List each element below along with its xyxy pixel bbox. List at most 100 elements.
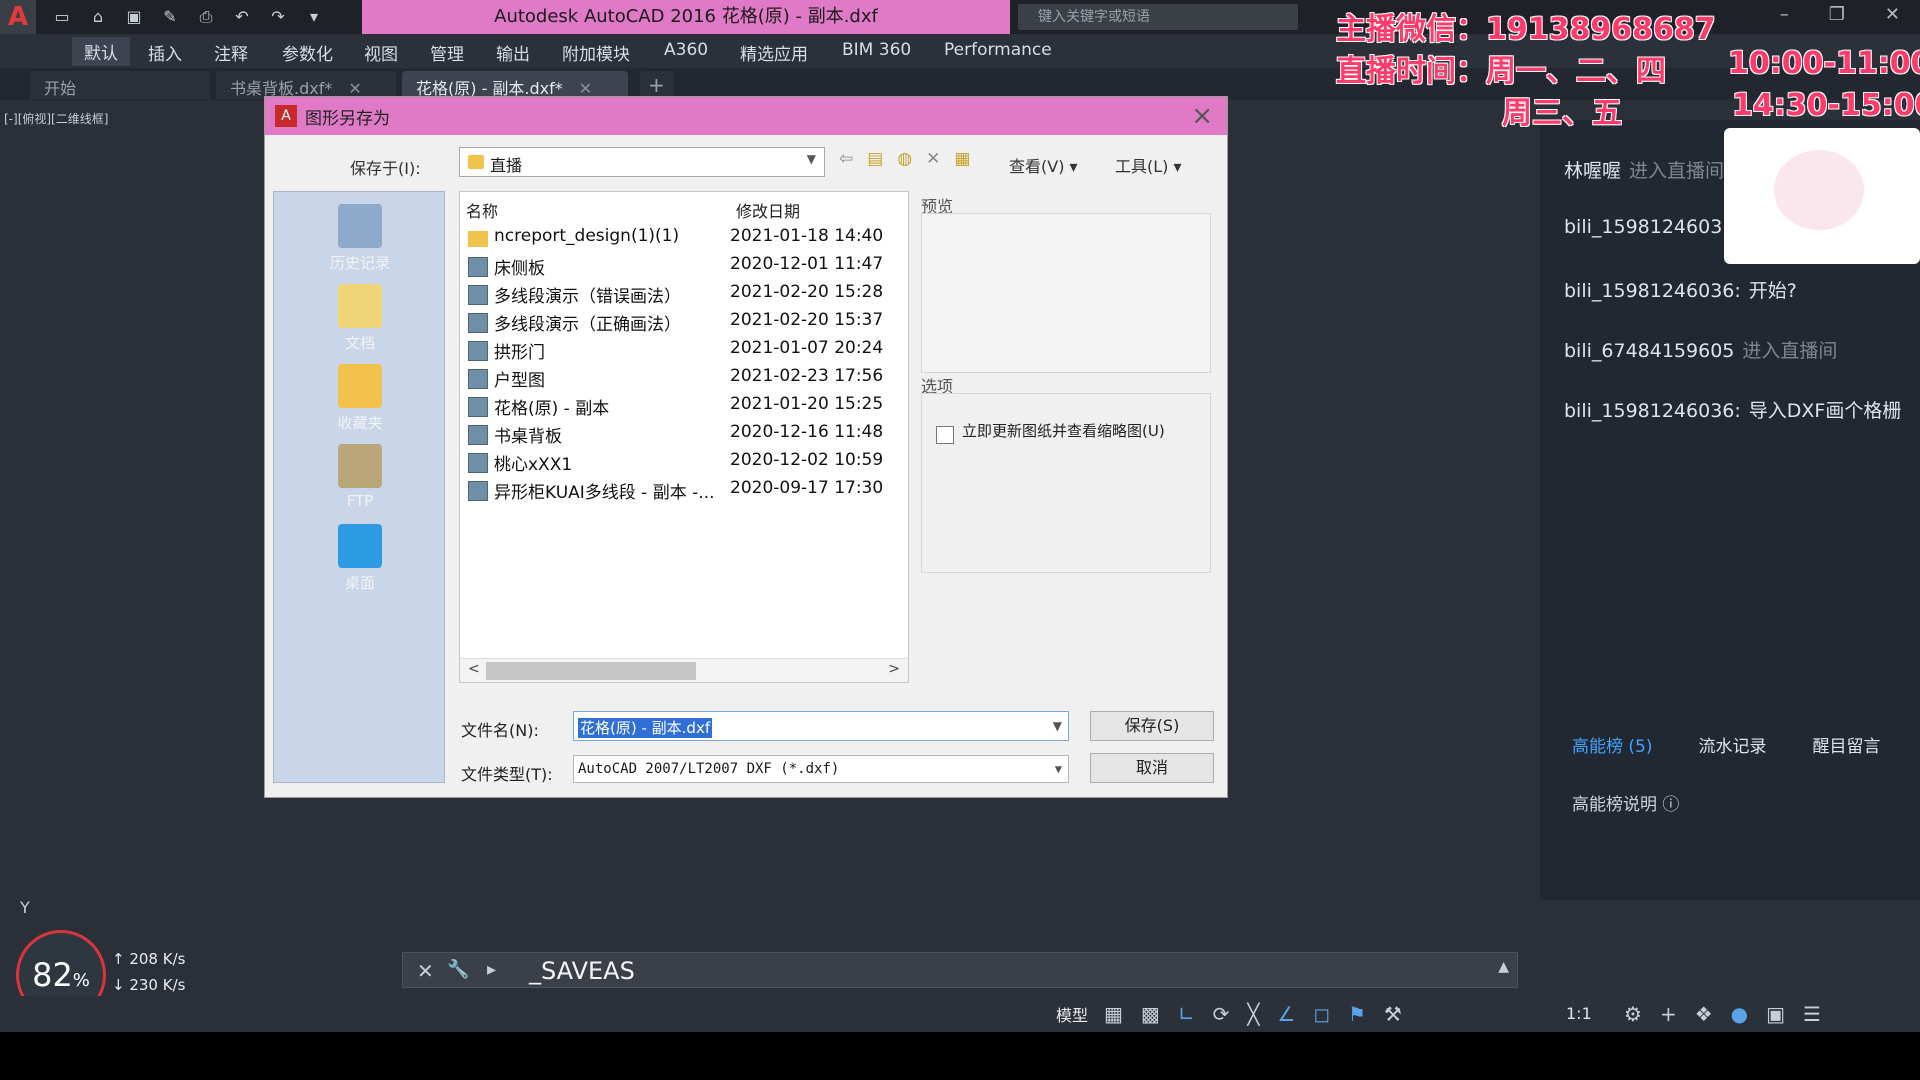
cancel-button[interactable]: 取消	[1090, 753, 1214, 783]
scroll-right-icon[interactable]: >	[888, 661, 900, 677]
customize-icon[interactable]: ▾	[302, 6, 326, 28]
filetype-select[interactable]: AutoCAD 2007/LT2007 DXF (*.dxf) ▼	[573, 755, 1069, 783]
place-favorites[interactable]: 收藏夹	[274, 364, 446, 433]
grid-icon[interactable]: ▦	[1104, 1002, 1123, 1026]
tab-insert[interactable]: 插入	[148, 40, 182, 65]
file-list-item[interactable]: 户型图 2021-02-23 17:56	[460, 364, 908, 392]
place-documents[interactable]: 文档	[274, 284, 446, 353]
column-header-name[interactable]: 名称	[466, 198, 498, 222]
save-icon[interactable]: ▣	[122, 6, 146, 28]
auto-scale-icon[interactable]: ⚒	[1384, 1002, 1402, 1026]
file-list-item[interactable]: 桃心xXX1 2020-12-02 10:59	[460, 448, 908, 476]
dwg-file-icon	[468, 341, 488, 361]
tab-super-chat[interactable]: 醒目留言	[1812, 732, 1880, 757]
print-icon[interactable]: ⎙	[194, 6, 218, 28]
tab-output[interactable]: 输出	[496, 40, 530, 65]
place-ftp[interactable]: FTP	[274, 444, 446, 510]
object-snap-icon[interactable]: ◻	[1313, 1002, 1330, 1026]
command-line[interactable]: ✕ 🔧 ▸ _SAVEAS ▲	[402, 952, 1518, 988]
close-icon[interactable]: ×	[1191, 101, 1213, 131]
annotation-scale[interactable]: 1:1	[1566, 1004, 1592, 1023]
tab-annotate[interactable]: 注释	[214, 40, 248, 65]
new-folder-icon[interactable]: ▦	[954, 149, 970, 169]
minimize-icon[interactable]: –	[1780, 4, 1789, 25]
file-list-item[interactable]: 床侧板 2020-12-01 11:47	[460, 252, 908, 280]
delete-icon[interactable]: ✕	[926, 149, 940, 169]
new-file-icon[interactable]: ▭	[50, 6, 74, 28]
tab-a360[interactable]: A360	[664, 40, 708, 60]
save-button[interactable]: 保存(S)	[1090, 711, 1214, 741]
object-snap-track-icon[interactable]: ∠	[1277, 1002, 1295, 1026]
autocad-logo-icon[interactable]: A	[0, 0, 36, 34]
file-list-item[interactable]: 多线段演示（正确画法） 2021-02-20 15:37	[460, 308, 908, 336]
file-list-item[interactable]: 花格(原) - 副本 2021-01-20 15:25	[460, 392, 908, 420]
redo-icon[interactable]: ↷	[266, 6, 290, 28]
save-as-icon[interactable]: ✎	[158, 6, 182, 28]
file-list-item[interactable]: 书桌背板 2020-12-16 11:48	[460, 420, 908, 448]
viewport-controls[interactable]: [-][俯视][二维线框]	[4, 110, 108, 127]
tab-bim360[interactable]: BIM 360	[842, 40, 911, 60]
update-thumbnail-checkbox[interactable]	[936, 426, 954, 444]
horizontal-scrollbar[interactable]: < >	[460, 658, 908, 682]
annotation-visibility-icon[interactable]: ⚑	[1348, 1002, 1366, 1026]
file-list-item[interactable]: 异形柜KUAI多线段 - 副本 -... 2020-09-17 17:30	[460, 476, 908, 504]
search-web-icon[interactable]: ◍	[897, 149, 912, 169]
chat-username[interactable]: 林喔喔	[1564, 160, 1621, 182]
ortho-icon[interactable]: ∟	[1178, 1002, 1195, 1026]
dwg-file-icon	[468, 313, 488, 333]
tab-default[interactable]: 默认	[72, 37, 130, 66]
chat-username[interactable]: bili_67484159605	[1564, 340, 1734, 362]
new-tab-button[interactable]: +	[640, 71, 674, 99]
file-list-item[interactable]: 拱形门 2021-01-07 20:24	[460, 336, 908, 364]
chat-username[interactable]: bili_15981246036:	[1564, 400, 1741, 422]
scroll-left-icon[interactable]: <	[468, 661, 480, 677]
restore-icon[interactable]: ❐	[1829, 4, 1845, 25]
chat-username[interactable]: bili_1598124603	[1564, 216, 1722, 238]
chevron-down-icon[interactable]: ▼	[1053, 719, 1062, 733]
tab-featured-apps[interactable]: 精选应用	[740, 40, 808, 65]
file-list[interactable]: 名称 修改日期 ncreport_design(1)(1) 2021-01-18 …	[459, 191, 909, 683]
up-folder-icon[interactable]: ▤	[867, 149, 883, 169]
column-header-date[interactable]: 修改日期	[736, 198, 800, 222]
snap-icon[interactable]: ▩	[1141, 1002, 1160, 1026]
tab-view[interactable]: 视图	[364, 40, 398, 65]
file-list-item[interactable]: ncreport_design(1)(1) 2021-01-18 14:40	[460, 224, 908, 252]
hardware-accel-icon[interactable]: ●	[1731, 1002, 1748, 1026]
look-in-select[interactable]: 直播 ▼	[459, 147, 825, 177]
tab-parametric[interactable]: 参数化	[282, 40, 333, 65]
folder-icon	[468, 231, 488, 247]
clean-screen-icon[interactable]: ▣	[1766, 1002, 1785, 1026]
file-list-item[interactable]: 多线段演示（错误画法） 2021-02-20 15:28	[460, 280, 908, 308]
tab-manage[interactable]: 管理	[430, 40, 464, 65]
place-history[interactable]: 历史记录	[274, 204, 446, 273]
tab-performance[interactable]: Performance	[944, 40, 1052, 60]
filename-field[interactable]: 花格(原) - 副本.dxf ▼	[573, 711, 1069, 741]
isodraft-icon[interactable]: ╳	[1247, 1002, 1259, 1026]
tools-menu[interactable]: 工具(L) ▾	[1115, 153, 1182, 177]
close-icon[interactable]: ✕	[1885, 4, 1900, 25]
tab-high-energy[interactable]: 高能榜 (5)	[1572, 732, 1652, 757]
search-input[interactable]: 键入关键字或短语	[1018, 4, 1298, 30]
gear-icon[interactable]: ⚙	[1624, 1002, 1642, 1026]
doc-tab-start[interactable]: 开始	[30, 71, 210, 99]
scroll-thumb[interactable]	[486, 662, 696, 680]
open-file-icon[interactable]: ⌂	[86, 6, 110, 28]
chat-username[interactable]: bili_15981246036:	[1564, 280, 1741, 302]
tab-addins[interactable]: 附加模块	[562, 40, 630, 65]
model-space-button[interactable]: 模型	[1056, 1002, 1088, 1026]
plus-icon[interactable]: +	[1660, 1002, 1677, 1026]
close-icon[interactable]: ✕	[417, 959, 434, 983]
chevron-up-icon[interactable]: ▲	[1498, 959, 1509, 975]
place-desktop[interactable]: 桌面	[274, 524, 446, 593]
high-energy-help[interactable]: 高能榜说明 ⓘ	[1572, 790, 1679, 815]
undo-icon[interactable]: ↶	[230, 6, 254, 28]
polar-icon[interactable]: ⟳	[1213, 1002, 1230, 1026]
tab-flow-record[interactable]: 流水记录	[1698, 732, 1766, 757]
isolate-objects-icon[interactable]: ❖	[1695, 1002, 1713, 1026]
back-icon[interactable]: ⇦	[839, 149, 853, 169]
customize-menu-icon[interactable]: ☰	[1803, 1002, 1821, 1026]
wrench-icon[interactable]: 🔧	[447, 959, 469, 980]
doc-tab-current[interactable]: 花格(原) - 副本.dxf* ✕	[402, 71, 628, 99]
doc-tab-desk-back[interactable]: 书桌背板.dxf* ✕	[216, 71, 396, 99]
view-menu[interactable]: 查看(V) ▾	[1009, 153, 1078, 177]
